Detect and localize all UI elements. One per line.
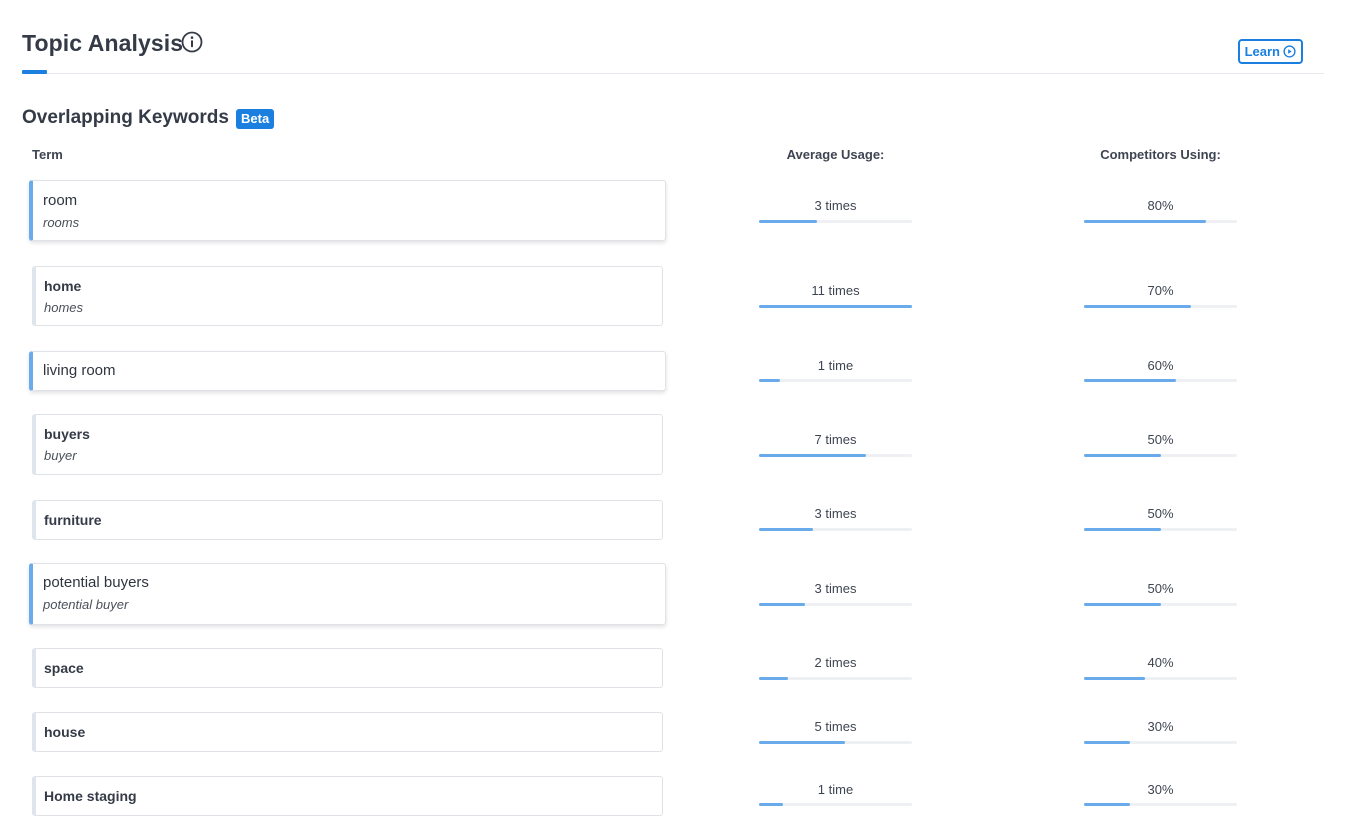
competitors-using-bar (1084, 603, 1237, 606)
learn-button-label: Learn (1244, 44, 1280, 59)
competitors-using-value: 50% (1147, 506, 1174, 521)
info-icon[interactable] (181, 31, 203, 53)
average-usage-bar (759, 528, 912, 531)
competitors-using-value: 40% (1147, 655, 1174, 670)
average-usage-bar (759, 741, 912, 744)
average-usage-bar-fill (759, 741, 845, 744)
competitors-using-bar (1084, 220, 1237, 223)
keyword-card[interactable]: living room (29, 351, 666, 391)
keyword-variant: rooms (43, 215, 80, 230)
average-usage-bar-fill (759, 677, 788, 680)
average-usage-bar (759, 603, 912, 606)
keyword-variant: buyer (44, 448, 77, 463)
column-header-term: Term (32, 147, 63, 162)
beta-badge: Beta (236, 109, 275, 129)
page-title: Topic Analysis (22, 30, 184, 56)
keyword-term: house (44, 724, 86, 740)
section-title: Overlapping Keywords (22, 107, 229, 128)
average-usage-bar (759, 220, 912, 223)
competitors-using-value: 50% (1147, 432, 1174, 447)
competitors-using-bar (1084, 305, 1237, 308)
competitors-using-value: 70% (1147, 283, 1174, 298)
competitors-using-value: 50% (1147, 581, 1174, 596)
keyword-card[interactable]: room rooms (29, 180, 666, 241)
competitors-using-bar-fill (1084, 803, 1130, 806)
keyword-card[interactable]: Home staging (32, 776, 663, 816)
average-usage-bar (759, 803, 912, 806)
column-header-average-usage: Average Usage: (786, 147, 885, 162)
competitors-using-bar (1084, 741, 1237, 744)
competitors-using-bar (1084, 454, 1237, 457)
average-usage-bar-fill (759, 528, 813, 531)
average-usage-bar-fill (759, 305, 912, 308)
keyword-term: home (44, 278, 82, 294)
keyword-card[interactable]: potential buyers potential buyer (29, 563, 666, 625)
keyword-term: room (43, 192, 78, 209)
keyword-card[interactable]: buyers buyer (32, 414, 663, 475)
panel-header: Topic Analysis Learn (22, 28, 1324, 74)
average-usage-bar-fill (759, 454, 866, 457)
average-usage-bar-fill (759, 603, 805, 606)
keyword-term: Home staging (44, 788, 137, 804)
competitors-using-bar-fill (1084, 741, 1130, 744)
competitors-using-bar-fill (1084, 379, 1176, 382)
keyword-term: furniture (44, 512, 102, 528)
keyword-term: living room (43, 362, 116, 379)
average-usage-bar-fill (759, 220, 817, 223)
competitors-using-value: 30% (1147, 719, 1174, 734)
average-usage-value: 1 time (817, 782, 854, 797)
keyword-card[interactable]: furniture (32, 500, 663, 540)
keyword-term: potential buyers (43, 574, 149, 591)
keyword-term: buyers (44, 426, 90, 442)
average-usage-value: 3 times (814, 581, 857, 596)
competitors-using-bar-fill (1084, 220, 1206, 223)
average-usage-value: 2 times (814, 655, 857, 670)
competitors-using-bar (1084, 803, 1237, 806)
learn-button[interactable]: Learn (1237, 39, 1303, 64)
average-usage-bar-fill (759, 379, 780, 382)
keyword-card[interactable]: space (32, 648, 663, 688)
average-usage-value: 5 times (814, 719, 857, 734)
competitors-using-bar-fill (1084, 603, 1161, 606)
average-usage-bar (759, 379, 912, 382)
topic-analysis-panel: Topic Analysis Learn Overlapping Keyword… (0, 0, 1348, 830)
competitors-using-bar (1084, 528, 1237, 531)
average-usage-value: 11 times (811, 283, 860, 298)
competitors-using-value: 30% (1147, 782, 1174, 797)
title-underline (22, 70, 47, 74)
competitors-using-bar-fill (1084, 454, 1161, 457)
competitors-using-value: 60% (1147, 358, 1174, 373)
keyword-variant: homes (44, 300, 84, 315)
competitors-using-bar-fill (1084, 677, 1145, 680)
average-usage-bar (759, 677, 912, 680)
average-usage-value: 7 times (814, 432, 857, 447)
average-usage-value: 3 times (814, 506, 857, 521)
column-header-competitors-using: Competitors Using: (1100, 147, 1221, 162)
competitors-using-bar (1084, 379, 1237, 382)
keyword-card[interactable]: house (32, 712, 663, 752)
average-usage-bar (759, 305, 912, 308)
competitors-using-value: 80% (1147, 198, 1174, 213)
competitors-using-bar-fill (1084, 305, 1191, 308)
keyword-variant: potential buyer (43, 597, 129, 612)
average-usage-value: 1 time (817, 358, 854, 373)
average-usage-value: 3 times (814, 198, 857, 213)
average-usage-bar-fill (759, 803, 783, 806)
play-circle-icon (1283, 45, 1296, 58)
keyword-term: space (44, 660, 84, 676)
competitors-using-bar-fill (1084, 528, 1161, 531)
competitors-using-bar (1084, 677, 1237, 680)
average-usage-bar (759, 454, 912, 457)
keyword-card[interactable]: home homes (32, 266, 663, 326)
